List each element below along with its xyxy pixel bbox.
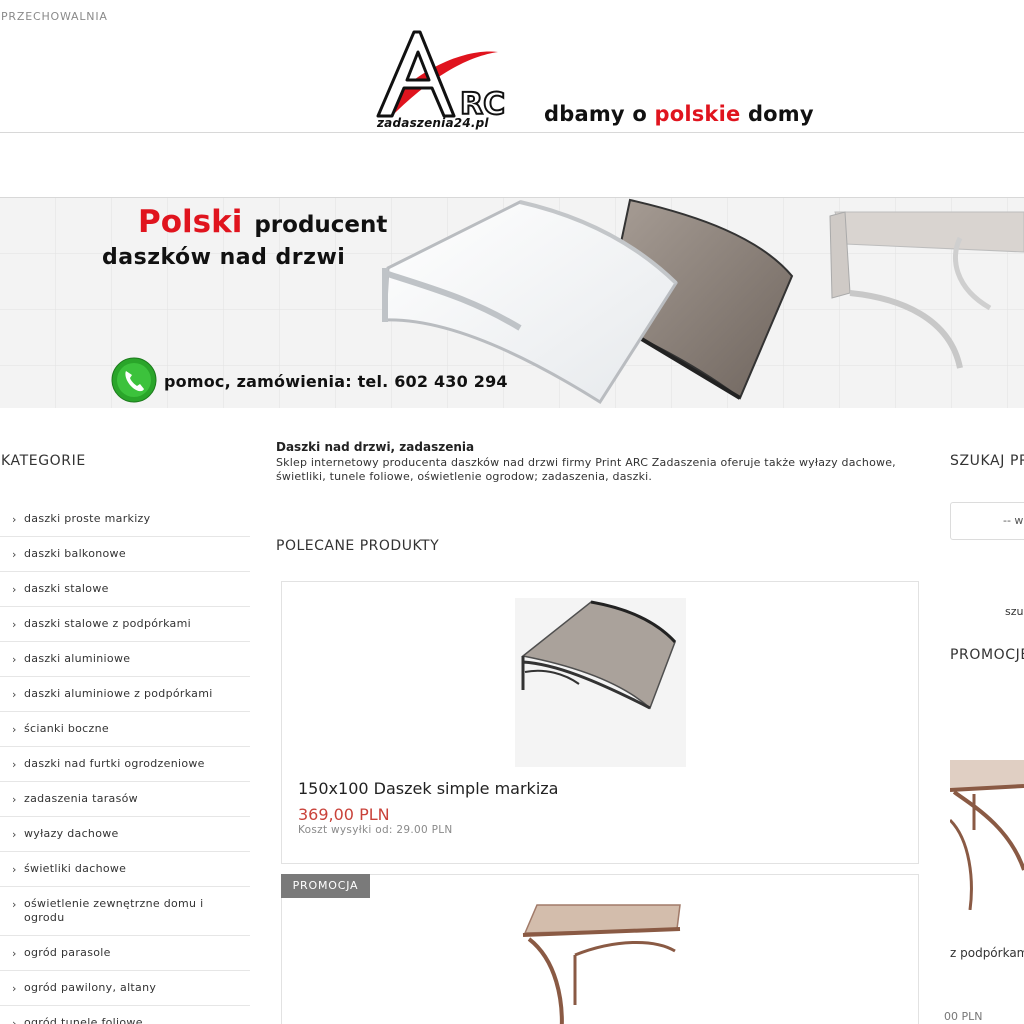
category-item[interactable]: › daszki nad furtki ogrodzeniowe <box>0 747 250 782</box>
product-name[interactable]: 150x100 Daszek simple markiza <box>298 779 558 798</box>
intro-title: Daszki nad drzwi, zadaszenia <box>276 440 475 454</box>
product-card[interactable]: 150x100 Daszek simple markiza 369,00 PLN… <box>281 581 919 864</box>
chevron-right-icon: › <box>12 1017 17 1024</box>
promo-product-name[interactable]: z podpórkam <box>950 946 1024 960</box>
search-title: SZUKAJ PR <box>950 453 1024 469</box>
search-category-select[interactable]: -- w <box>950 502 1024 540</box>
header-slogan: dbamy o polskie domy <box>544 102 814 126</box>
category-item[interactable]: › daszki aluminiowe <box>0 642 250 677</box>
chevron-right-icon: › <box>12 947 17 960</box>
chevron-right-icon: › <box>12 723 17 736</box>
product-image[interactable] <box>515 598 686 767</box>
chevron-right-icon: › <box>12 618 17 631</box>
product-shipping: Koszt wysyłki od: 29.00 PLN <box>298 824 453 836</box>
promo-product-image[interactable] <box>950 760 1024 910</box>
chevron-right-icon: › <box>12 653 17 666</box>
chevron-right-icon: › <box>12 513 17 526</box>
product-price: 369,00 PLN <box>298 805 390 824</box>
chevron-right-icon: › <box>12 898 17 911</box>
category-item[interactable]: › daszki stalowe <box>0 572 250 607</box>
category-item[interactable]: › oświetlenie zewnętrzne domu i ogrodu <box>0 887 250 936</box>
top-bar-label[interactable]: PRZECHOWALNIA <box>1 10 108 23</box>
category-item[interactable]: › daszki balkonowe <box>0 537 250 572</box>
chevron-right-icon: › <box>12 758 17 771</box>
category-item[interactable]: › ogród parasole <box>0 936 250 971</box>
category-item[interactable]: › ogród tunele foliowe <box>0 1006 250 1024</box>
category-item[interactable]: › daszki aluminiowe z podpórkami <box>0 677 250 712</box>
chevron-right-icon: › <box>12 793 17 806</box>
chevron-right-icon: › <box>12 688 17 701</box>
intro-text: Sklep internetowy producenta daszków nad… <box>276 456 896 483</box>
categories-list: › daszki proste markizy › daszki balkonowe… <box>0 502 250 1024</box>
promo-badge: PROMOCJA <box>281 874 370 898</box>
category-item[interactable]: › świetliki dachowe <box>0 852 250 887</box>
banner-subheadline: daszków nad drzwi <box>102 245 346 270</box>
chevron-right-icon: › <box>12 982 17 995</box>
chevron-right-icon: › <box>12 863 17 876</box>
logo-domain: zadaszenia24.pl <box>377 116 489 130</box>
hero-banner[interactable]: Polski producent daszków nad drzwi pomoc,… <box>0 198 1024 408</box>
chevron-right-icon: › <box>12 583 17 596</box>
chevron-right-icon: › <box>12 828 17 841</box>
header-divider <box>0 132 1024 133</box>
advanced-search-link[interactable]: szu <box>1005 605 1023 618</box>
category-item[interactable]: › wyłazy dachowe <box>0 817 250 852</box>
chevron-right-icon: › <box>12 548 17 561</box>
category-item[interactable]: › daszki stalowe z podpórkami <box>0 607 250 642</box>
category-item[interactable]: › ogród pawilony, altany <box>0 971 250 1006</box>
product-card[interactable] <box>281 874 919 1024</box>
banner-headline: Polski producent <box>138 204 388 240</box>
phone-icon <box>111 357 157 403</box>
promotions-title: PROMOCJE <box>950 647 1024 663</box>
categories-title: KATEGORIE <box>1 453 86 469</box>
category-item[interactable]: › ścianki boczne <box>0 712 250 747</box>
banner-phone-text: pomoc, zamówienia: tel. 602 430 294 <box>164 372 508 391</box>
product-image[interactable] <box>515 899 686 1024</box>
category-item[interactable]: › daszki proste markizy <box>0 502 250 537</box>
category-item[interactable]: › zadaszenia tarasów <box>0 782 250 817</box>
promo-product-price: 00 PLN <box>944 1010 983 1023</box>
featured-products-title: POLECANE PRODUKTY <box>276 538 440 554</box>
